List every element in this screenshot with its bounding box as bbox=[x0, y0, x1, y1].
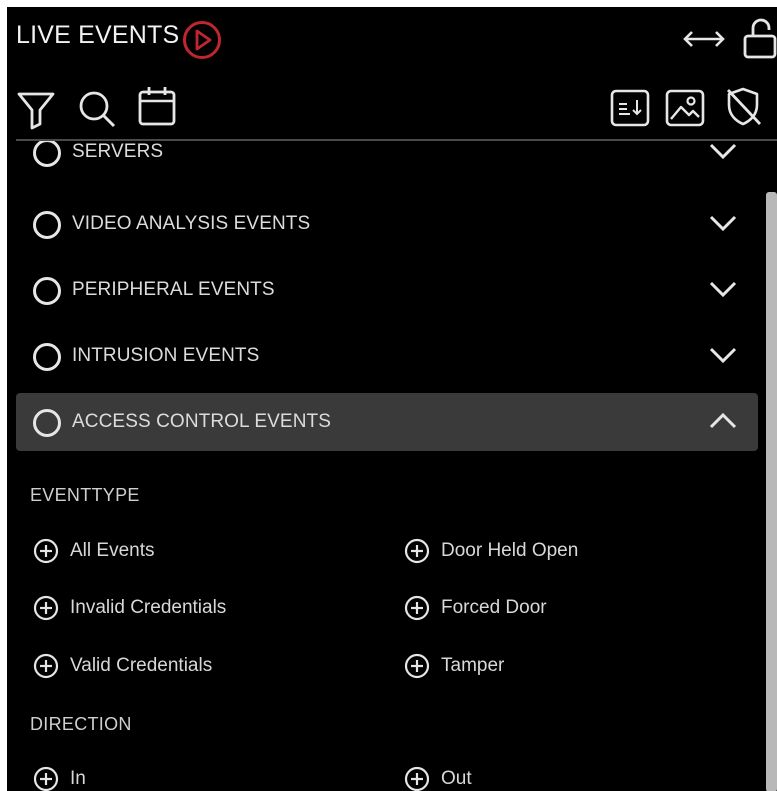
option-label: All Events bbox=[70, 540, 155, 561]
toolbar bbox=[7, 79, 777, 139]
category-label: INTRUSION EVENTS bbox=[72, 345, 260, 366]
category-label: ACCESS CONTROL EVENTS bbox=[72, 411, 331, 432]
radio-icon bbox=[33, 141, 61, 167]
event-category-list: SERVERS VIDEO ANALYSIS EVENTS PERIPHERAL… bbox=[7, 141, 777, 791]
category-intrusion-events[interactable]: INTRUSION EVENTS bbox=[16, 327, 758, 385]
add-circle-icon bbox=[404, 595, 430, 621]
chevron-down-icon[interactable] bbox=[708, 213, 738, 233]
unlock-icon[interactable] bbox=[742, 17, 777, 59]
option-label: Valid Credentials bbox=[70, 655, 213, 676]
option-label: Invalid Credentials bbox=[70, 597, 227, 618]
option-label: Out bbox=[441, 768, 472, 789]
filter-icon[interactable] bbox=[16, 89, 56, 131]
live-events-panel: LIVE EVENTS SERVERS VIDEO ANALYSIS EVENT… bbox=[7, 7, 777, 791]
title-bar: LIVE EVENTS bbox=[7, 7, 777, 69]
option-label: In bbox=[70, 768, 86, 789]
category-servers[interactable]: SERVERS bbox=[16, 141, 758, 181]
add-circle-icon bbox=[33, 538, 59, 564]
direction-heading: DIRECTION bbox=[30, 714, 132, 734]
radio-icon bbox=[33, 409, 61, 437]
search-icon[interactable] bbox=[77, 89, 117, 131]
chevron-down-icon[interactable] bbox=[708, 141, 738, 161]
play-icon[interactable] bbox=[181, 19, 223, 61]
category-access-control-events[interactable]: ACCESS CONTROL EVENTS bbox=[16, 393, 758, 451]
category-peripheral-events[interactable]: PERIPHERAL EVENTS bbox=[16, 261, 758, 319]
shield-off-icon[interactable] bbox=[723, 85, 763, 127]
category-label: PERIPHERAL EVENTS bbox=[72, 279, 275, 300]
chevron-up-icon[interactable] bbox=[708, 411, 738, 431]
add-circle-icon bbox=[404, 766, 430, 791]
radio-icon bbox=[33, 277, 61, 305]
add-circle-icon bbox=[404, 653, 430, 679]
category-label: SERVERS bbox=[72, 141, 164, 162]
radio-icon bbox=[33, 343, 61, 371]
chevron-down-icon[interactable] bbox=[708, 279, 738, 299]
chevron-down-icon[interactable] bbox=[708, 345, 738, 365]
category-label: VIDEO ANALYSIS EVENTS bbox=[72, 213, 311, 234]
option-label: Forced Door bbox=[441, 597, 547, 618]
export-icon[interactable] bbox=[610, 87, 650, 129]
category-video-analysis-events[interactable]: VIDEO ANALYSIS EVENTS bbox=[16, 195, 758, 253]
eventtype-heading: EVENTTYPE bbox=[30, 485, 140, 505]
radio-icon bbox=[33, 211, 61, 239]
option-label: Door Held Open bbox=[441, 540, 579, 561]
option-label: Tamper bbox=[441, 655, 505, 676]
panel-title: LIVE EVENTS bbox=[16, 21, 180, 49]
add-circle-icon bbox=[33, 595, 59, 621]
calendar-icon[interactable] bbox=[137, 85, 177, 127]
resize-horizontal-icon[interactable] bbox=[681, 27, 727, 51]
image-icon[interactable] bbox=[665, 87, 705, 129]
add-circle-icon bbox=[33, 653, 59, 679]
add-circle-icon bbox=[33, 766, 59, 791]
add-circle-icon bbox=[404, 538, 430, 564]
